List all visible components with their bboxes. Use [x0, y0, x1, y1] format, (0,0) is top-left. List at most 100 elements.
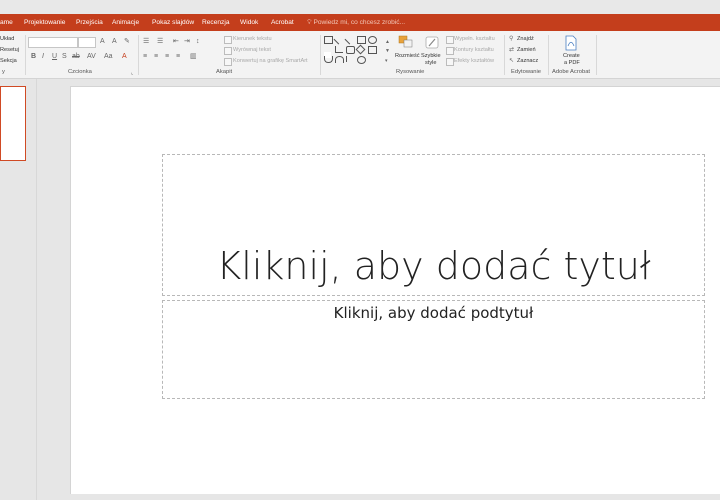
tell-me-text: Powiedz mi, co chcesz zrobić... [313, 19, 406, 26]
reset-button[interactable]: Resetuj [0, 47, 19, 53]
shapes-gallery[interactable] [324, 34, 382, 64]
grow-font-icon[interactable]: A [100, 38, 105, 46]
select-button[interactable]: Zaznacz [517, 58, 538, 64]
align-center-icon[interactable]: ≡ [154, 53, 158, 61]
tab-review[interactable]: Recenzja [202, 14, 230, 31]
replace-icon: ⇄ [509, 47, 515, 53]
slide-thumbnail[interactable] [0, 86, 26, 161]
line-shape-icon[interactable] [333, 34, 344, 45]
rectangle-shape-icon[interactable] [357, 36, 366, 44]
char-spacing-icon[interactable]: AV [87, 53, 96, 61]
diamond-shape-icon[interactable] [355, 44, 366, 55]
create-pdf-label-1[interactable]: Create [563, 53, 580, 59]
shape-outline-icon [446, 47, 454, 55]
tab-acrobat[interactable]: Acrobat [271, 14, 294, 31]
curve-shape-icon[interactable] [324, 56, 333, 63]
columns-icon[interactable]: ▥ [190, 53, 197, 61]
quick-styles-icon[interactable] [424, 35, 440, 50]
line-spacing-icon[interactable]: ↕ [196, 38, 200, 46]
scroll-up-icon[interactable]: ▲ [385, 38, 390, 46]
section-button[interactable]: Sekcja [0, 58, 17, 64]
separator [138, 35, 139, 75]
subtitle-placeholder-text: Kliknij, aby dodać podtytuł [333, 304, 534, 322]
text-direction-button[interactable]: Kierunek tekstu [233, 36, 272, 42]
bullets-icon[interactable]: ☰ [143, 38, 149, 46]
increase-indent-icon[interactable]: ⇥ [184, 38, 190, 46]
shape-outline-button[interactable]: Kontury kształtu [454, 47, 494, 53]
shrink-font-icon[interactable]: A [112, 38, 117, 46]
more-shapes-icon[interactable]: ▾ [385, 57, 388, 65]
square-shape-icon[interactable] [368, 46, 377, 54]
text-box-shape-icon[interactable] [324, 36, 333, 44]
replace-button[interactable]: Zamień [517, 47, 536, 53]
editing-group-label: Edytowanie [511, 69, 541, 75]
find-icon: ⚲ [509, 36, 514, 42]
title-bar [0, 0, 720, 14]
bold-icon[interactable]: B [31, 53, 36, 61]
arrange-icon[interactable] [398, 35, 414, 49]
separator [596, 35, 597, 75]
shadow-icon[interactable]: S [62, 53, 67, 61]
title-placeholder[interactable]: Kliknij, aby dodać tytuł [162, 154, 705, 296]
subtitle-placeholder[interactable]: Kliknij, aby dodać podtytuł [162, 300, 705, 399]
title-placeholder-text: Kliknij, aby dodać tytuł [216, 244, 651, 288]
clear-format-icon[interactable]: ✎ [124, 38, 130, 46]
find-button[interactable]: Znajdź [517, 36, 534, 42]
italic-icon[interactable]: I [42, 53, 44, 61]
tab-home[interactable]: ame [0, 14, 13, 31]
brace-shape-icon[interactable] [346, 56, 354, 62]
arrow-shape-icon[interactable] [344, 34, 355, 45]
tell-me-box[interactable]: 💡︎ Powiedz mi, co chcesz zrobić... [307, 14, 405, 31]
tab-animations[interactable]: Animacje [112, 14, 139, 31]
quick-styles-label-1[interactable]: Szybkie [421, 53, 441, 59]
slides-group-label: y [2, 69, 5, 75]
tab-slide-show[interactable]: Pokaz slajdów [152, 14, 194, 31]
underline-icon[interactable]: U [52, 53, 57, 61]
text-direction-icon [224, 36, 232, 44]
scroll-down-icon[interactable]: ▼ [385, 47, 390, 55]
font-name-input[interactable] [28, 37, 78, 48]
decrease-indent-icon[interactable]: ⇤ [173, 38, 179, 46]
align-right-icon[interactable]: ≡ [165, 53, 169, 61]
paragraph-group-label: Akapit [216, 69, 233, 75]
tab-transitions[interactable]: Przejścia [76, 14, 103, 31]
select-icon: ↖ [509, 58, 515, 64]
smartart-button[interactable]: Konwertuj na grafikę SmartArt [233, 58, 308, 64]
separator [25, 35, 26, 75]
arc-shape-icon[interactable] [335, 56, 344, 63]
quick-styles-label-2[interactable]: style [425, 60, 437, 66]
align-text-icon [224, 47, 232, 55]
arrange-button[interactable]: Rozmieść [395, 53, 420, 59]
align-text-button[interactable]: Wyrównaj tekst [233, 47, 271, 53]
numbering-icon[interactable]: ☰ [157, 38, 163, 46]
create-pdf-icon[interactable] [564, 35, 578, 51]
shape-effects-button[interactable]: Efekty kształtów [454, 58, 494, 64]
star-shape-icon[interactable] [357, 56, 366, 64]
acrobat-group-label: Adobe Acrobat [552, 69, 591, 75]
separator [320, 35, 321, 75]
create-pdf-label-2[interactable]: a PDF [564, 60, 580, 66]
font-color-icon[interactable]: A [122, 53, 127, 61]
oval-shape-icon[interactable] [368, 36, 377, 44]
change-case-icon[interactable]: Aa [104, 53, 113, 61]
font-group-label: Czcionka [68, 69, 92, 75]
layout-button[interactable]: Układ [0, 36, 14, 42]
slide-canvas: Kliknij, aby dodać tytuł Kliknij, aby do… [70, 86, 720, 494]
separator [504, 35, 505, 75]
shape-fill-button[interactable]: Wypełn. kształtu [454, 36, 495, 42]
shape-fill-icon [446, 36, 454, 44]
drawing-group-label: Rysowanie [396, 69, 425, 75]
ribbon: Układ Resetuj Sekcja y A A ✎ B I U S ab … [0, 31, 720, 79]
tab-view[interactable]: Widok [240, 14, 258, 31]
align-left-icon[interactable]: ≡ [143, 53, 147, 61]
separator [548, 35, 549, 75]
smartart-icon [224, 58, 232, 66]
connector-shape-icon[interactable] [335, 46, 343, 53]
justify-icon[interactable]: ≡ [176, 53, 180, 61]
font-size-input[interactable] [78, 37, 96, 48]
shape-effects-icon [446, 58, 454, 66]
strikethrough-icon[interactable]: ab [72, 53, 80, 61]
rounded-rect-shape-icon[interactable] [346, 46, 355, 54]
tab-design[interactable]: Projektowanie [24, 14, 65, 31]
dialog-launcher-icon[interactable]: ⌞ [131, 69, 133, 77]
